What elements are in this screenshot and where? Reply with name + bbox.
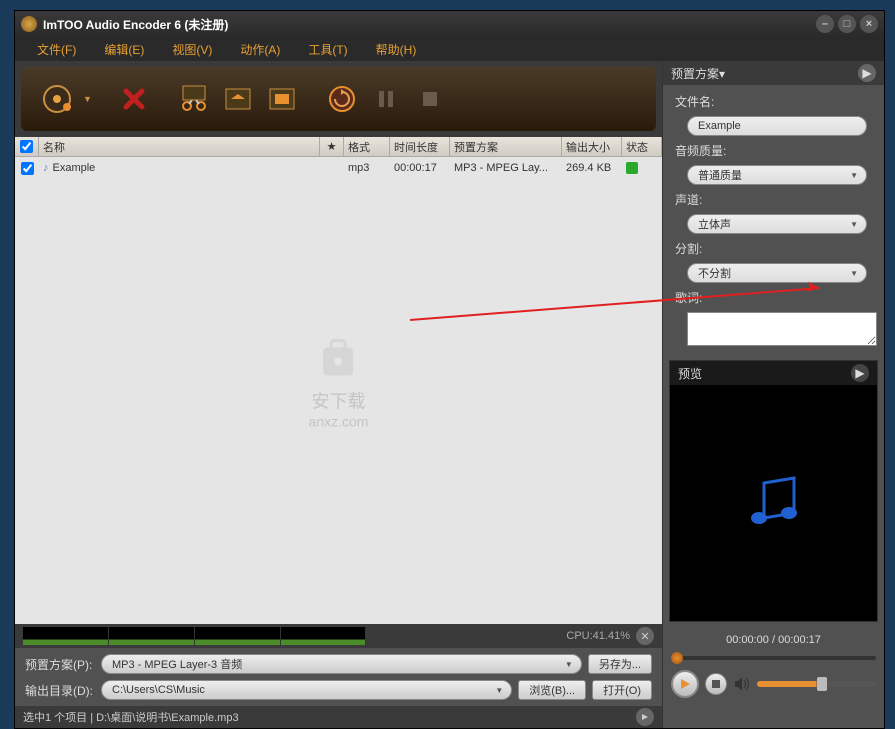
channel-label: 声道:: [675, 191, 872, 208]
header-status[interactable]: 状态: [622, 137, 662, 156]
header-star[interactable]: ★: [320, 137, 344, 156]
menu-file[interactable]: 文件(F): [37, 41, 76, 58]
bottom-panel: 预置方案(P): MP3 - MPEG Layer-3 音频 另存为... 输出…: [15, 648, 662, 706]
player-stop-button[interactable]: [705, 673, 727, 695]
split-combo[interactable]: 不分割: [687, 263, 867, 283]
cpu-bar: CPU:41.41% ✕: [15, 624, 662, 648]
clip-button[interactable]: [220, 81, 256, 117]
profile-panel-header: 预置方案▾ ▶: [663, 61, 884, 85]
cut-button[interactable]: [176, 81, 212, 117]
panel-collapse-button[interactable]: ▶: [858, 64, 876, 82]
row-format: mp3: [344, 157, 390, 179]
delete-button[interactable]: [116, 81, 152, 117]
seek-bar[interactable]: [663, 652, 884, 664]
app-window: ImTOO Audio Encoder 6 (未注册) – □ × 文件(F) …: [14, 10, 885, 729]
row-profile: MP3 - MPEG Lay...: [450, 157, 562, 179]
file-list: 名称 ★ 格式 时间长度 预置方案 输出大小 状态 ♪ Example mp3 0…: [15, 137, 662, 624]
preview-header: 预览: [678, 365, 702, 382]
quality-combo[interactable]: 普通质量: [687, 165, 867, 185]
row-duration: 00:00:17: [390, 157, 450, 179]
menu-tools[interactable]: 工具(T): [308, 41, 347, 58]
row-size: 269.4 KB: [562, 157, 622, 179]
menu-view[interactable]: 视图(V): [172, 41, 212, 58]
music-preview-icon: [739, 468, 809, 538]
channel-combo[interactable]: 立体声: [687, 214, 867, 234]
preview-body: [670, 385, 877, 621]
statusbar: 选中1 个项目 | D:\桌面\说明书\Example.mp3: [15, 706, 662, 728]
header-checkbox[interactable]: [15, 137, 39, 156]
preview-time: 00:00:00 / 00:00:17: [663, 628, 884, 652]
app-logo-icon: [21, 16, 37, 32]
header-format[interactable]: 格式: [344, 137, 390, 156]
maximize-button[interactable]: □: [838, 15, 856, 33]
menu-action[interactable]: 动作(A): [240, 41, 280, 58]
list-header: 名称 ★ 格式 时间长度 预置方案 输出大小 状态: [15, 137, 662, 157]
header-name[interactable]: 名称: [39, 137, 320, 156]
status-end-button[interactable]: [636, 708, 654, 726]
status-ready-icon: [626, 162, 638, 174]
browse-button[interactable]: 浏览(B)...: [518, 680, 586, 700]
watermark: 安下载 anxz.com: [309, 332, 369, 429]
profile-combo[interactable]: MP3 - MPEG Layer-3 音频: [101, 654, 582, 674]
titlebar[interactable]: ImTOO Audio Encoder 6 (未注册) – □ ×: [15, 11, 884, 37]
music-note-icon: ♪: [43, 162, 49, 174]
quality-label: 音频质量:: [675, 142, 872, 159]
profile-label: 预置方案(P):: [25, 656, 95, 673]
header-duration[interactable]: 时间长度: [390, 137, 450, 156]
open-button[interactable]: 打开(O): [592, 680, 652, 700]
menu-edit[interactable]: 编辑(E): [104, 41, 144, 58]
volume-slider[interactable]: [757, 681, 876, 687]
cpu-settings-button[interactable]: ✕: [636, 627, 654, 645]
volume-icon[interactable]: [733, 675, 751, 693]
header-size[interactable]: 输出大小: [562, 137, 622, 156]
header-profile[interactable]: 预置方案: [450, 137, 562, 156]
lyrics-label: 歌词:: [675, 289, 872, 306]
row-name: Example: [53, 162, 96, 174]
minimize-button[interactable]: –: [816, 15, 834, 33]
merge-button[interactable]: [264, 81, 300, 117]
output-label: 输出目录(D):: [25, 682, 95, 699]
cpu-graph: [23, 627, 366, 645]
window-title: ImTOO Audio Encoder 6 (未注册): [43, 16, 228, 33]
pause-button[interactable]: [368, 81, 404, 117]
side-panel: 预置方案▾ ▶ 文件名: 音频质量: 普通质量 声道: 立体声 分割: 不分割 …: [662, 61, 884, 728]
menubar: 文件(F) 编辑(E) 视图(V) 动作(A) 工具(T) 帮助(H): [15, 37, 884, 61]
preview-collapse-button[interactable]: ▶: [851, 364, 869, 382]
toolbar: ▼: [21, 67, 656, 131]
refresh-button[interactable]: [324, 81, 360, 117]
convert-button[interactable]: [39, 81, 75, 117]
stop-button[interactable]: [412, 81, 448, 117]
split-label: 分割:: [675, 240, 872, 257]
table-row[interactable]: ♪Example mp3 00:00:17 MP3 - MPEG Lay... …: [15, 157, 662, 179]
preview-panel: 预览 ▶: [669, 360, 878, 622]
cpu-text: CPU:41.41%: [566, 630, 630, 642]
play-button[interactable]: [671, 670, 699, 698]
output-combo[interactable]: C:\Users\CS\Music: [101, 680, 512, 700]
menu-help[interactable]: 帮助(H): [376, 41, 417, 58]
filename-label: 文件名:: [675, 93, 872, 110]
filename-input[interactable]: [687, 116, 867, 136]
player-controls: [663, 664, 884, 704]
lyrics-textarea[interactable]: [687, 312, 877, 346]
saveas-button[interactable]: 另存为...: [588, 654, 652, 674]
row-checkbox[interactable]: [21, 162, 34, 175]
status-text: 选中1 个项目 | D:\桌面\说明书\Example.mp3: [23, 709, 239, 725]
close-button[interactable]: ×: [860, 15, 878, 33]
